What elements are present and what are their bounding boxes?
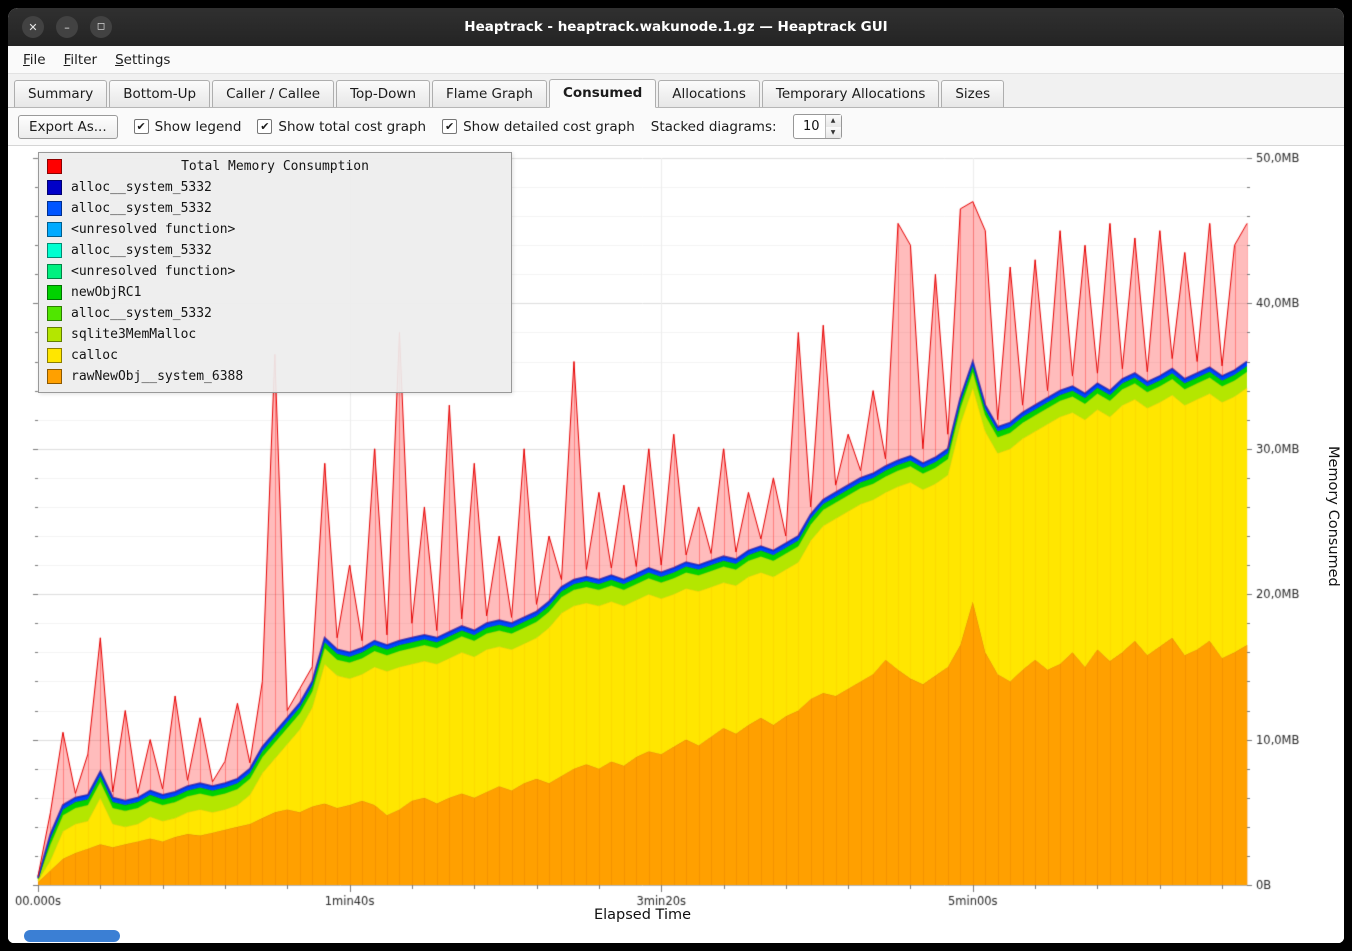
window-controls: ✕ – ◻ xyxy=(22,16,112,38)
legend-swatch xyxy=(47,243,62,258)
tab-sizes[interactable]: Sizes xyxy=(941,80,1004,107)
legend-swatch xyxy=(47,201,62,216)
legend-swatch xyxy=(47,180,62,195)
tab-bottom-up[interactable]: Bottom-Up xyxy=(109,80,210,107)
y-axis-title: Memory Consumed xyxy=(1325,446,1341,587)
tab-temporary-allocations[interactable]: Temporary Allocations xyxy=(762,80,939,107)
legend-swatch xyxy=(47,348,62,363)
legend-item-label: alloc__system_5332 xyxy=(71,306,212,321)
menu-settings[interactable]: Settings xyxy=(106,48,179,72)
tab-caller-callee[interactable]: Caller / Callee xyxy=(212,80,334,107)
toolbar: Export As... ✔ Show legend ✔ Show total cos… xyxy=(8,108,1344,146)
checkbox-show-legend[interactable]: ✔ Show legend xyxy=(134,119,242,135)
x-axis-title: Elapsed Time xyxy=(38,907,1247,923)
app-window: ✕ – ◻ Heaptrack - heaptrack.wakunode.1.g… xyxy=(8,8,1344,943)
checkbox-group: ✔ Show legend ✔ Show total cost graph ✔ Show … xyxy=(134,119,635,135)
legend-title-swatch xyxy=(47,159,62,174)
checkbox-label: Show detailed cost graph xyxy=(463,119,635,135)
legend-swatch xyxy=(47,327,62,342)
legend-swatch xyxy=(47,285,62,300)
legend-title: Total Memory Consumption xyxy=(39,159,511,174)
legend-item: alloc__system_5332 xyxy=(39,240,511,261)
stepper-value[interactable]: 10 xyxy=(794,115,825,138)
legend-item-label: alloc__system_5332 xyxy=(71,201,212,216)
legend-swatch xyxy=(47,369,62,384)
titlebar: ✕ – ◻ Heaptrack - heaptrack.wakunode.1.g… xyxy=(8,8,1344,46)
spin-down-icon[interactable]: ▼ xyxy=(826,127,841,139)
legend-item: alloc__system_5332 xyxy=(39,303,511,324)
legend-swatch xyxy=(47,264,62,279)
stacked-diagrams-label: Stacked diagrams: xyxy=(651,119,777,135)
legend-item-label: alloc__system_5332 xyxy=(71,180,212,195)
legend-item-label: alloc__system_5332 xyxy=(71,243,212,258)
checkbox-box[interactable]: ✔ xyxy=(442,119,457,134)
legend-item: calloc xyxy=(39,345,511,366)
legend-item: <unresolved function> xyxy=(39,261,511,282)
export-as-button[interactable]: Export As... xyxy=(18,115,118,139)
window-title: Heaptrack - heaptrack.wakunode.1.gz — He… xyxy=(8,19,1344,35)
legend-item: rawNewObj__system_6388 xyxy=(39,366,511,387)
tab-allocations[interactable]: Allocations xyxy=(658,80,760,107)
legend-item: <unresolved function> xyxy=(39,219,511,240)
horizontal-scrollbar xyxy=(8,929,1344,943)
legend-item: alloc__system_5332 xyxy=(39,198,511,219)
tab-top-down[interactable]: Top-Down xyxy=(336,80,430,107)
close-icon[interactable]: ✕ xyxy=(22,16,44,38)
legend-item: newObjRC1 xyxy=(39,282,511,303)
tab-flame-graph[interactable]: Flame Graph xyxy=(432,80,547,107)
tab-summary[interactable]: Summary xyxy=(14,80,107,107)
menu-filter[interactable]: Filter xyxy=(55,48,106,72)
legend-item-label: <unresolved function> xyxy=(71,264,235,279)
scrollbar-thumb[interactable] xyxy=(24,930,120,942)
legend-item-label: calloc xyxy=(71,348,118,363)
minimize-icon[interactable]: – xyxy=(56,16,78,38)
stepper-arrows: ▲ ▼ xyxy=(825,115,841,138)
checkbox-label: Show total cost graph xyxy=(278,119,426,135)
spin-up-icon[interactable]: ▲ xyxy=(826,115,841,127)
legend-item-label: <unresolved function> xyxy=(71,222,235,237)
legend-item-label: newObjRC1 xyxy=(71,285,141,300)
legend-item: alloc__system_5332 xyxy=(39,177,511,198)
chart-legend: Total Memory Consumption alloc__system_5… xyxy=(38,152,512,393)
legend-items: alloc__system_5332 alloc__system_5332 <unr… xyxy=(39,177,511,387)
menu-file[interactable]: File xyxy=(14,48,55,72)
checkbox-label: Show legend xyxy=(155,119,242,135)
stacked-diagrams-stepper[interactable]: 10 ▲ ▼ xyxy=(793,114,842,139)
legend-swatch xyxy=(47,306,62,321)
checkbox-box[interactable]: ✔ xyxy=(257,119,272,134)
legend-item-label: sqlite3MemMalloc xyxy=(71,327,196,342)
tabbar: SummaryBottom-UpCaller / CalleeTop-DownF… xyxy=(8,74,1344,108)
maximize-icon[interactable]: ◻ xyxy=(90,16,112,38)
legend-item-label: rawNewObj__system_6388 xyxy=(71,369,243,384)
legend-item: sqlite3MemMalloc xyxy=(39,324,511,345)
checkbox-show-total-cost-graph[interactable]: ✔ Show total cost graph xyxy=(257,119,426,135)
legend-swatch xyxy=(47,222,62,237)
legend-title-row: Total Memory Consumption xyxy=(39,156,511,177)
menubar: FileFilterSettings xyxy=(8,46,1344,74)
tab-consumed[interactable]: Consumed xyxy=(549,79,656,108)
checkbox-show-detailed-cost-graph[interactable]: ✔ Show detailed cost graph xyxy=(442,119,635,135)
checkbox-box[interactable]: ✔ xyxy=(134,119,149,134)
chart-area: Total Memory Consumption alloc__system_5… xyxy=(8,146,1344,943)
